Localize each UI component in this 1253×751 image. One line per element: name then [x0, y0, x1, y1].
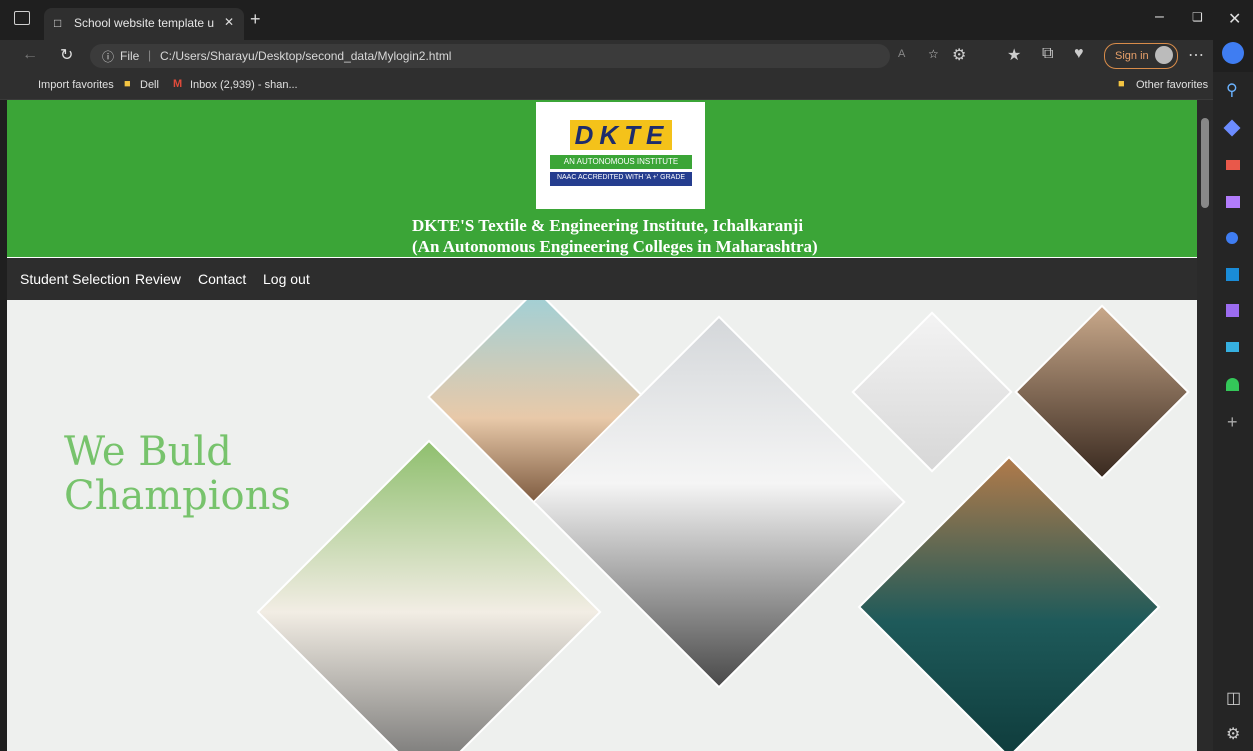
photo-graduation-crowd [1014, 304, 1190, 480]
minimize-icon[interactable]: – [1155, 8, 1164, 26]
page-viewport: DKTE AN AUTONOMOUS INSTITUTE NAAC ACCRED… [7, 100, 1197, 751]
logo-sub2: NAAC ACCREDITED WITH 'A +' GRADE [556, 174, 686, 181]
institute-title-line2: (An Autonomous Engineering Colleges in M… [412, 237, 818, 256]
scrollbar-thumb[interactable] [1201, 118, 1209, 208]
photo-sports-kids [851, 311, 1013, 473]
more-menu-icon[interactable]: ⋯ [1188, 45, 1204, 65]
new-tab-icon[interactable]: + [250, 9, 261, 30]
refresh-icon[interactable]: ↻ [60, 45, 73, 65]
favorite-import[interactable]: Import favorites [38, 79, 114, 91]
info-icon: ⓘ [102, 50, 115, 64]
games-icon[interactable] [1226, 196, 1240, 208]
tree-icon[interactable] [1226, 378, 1239, 391]
browser-titlebar: □ School website template using p ✕ + – … [0, 0, 1253, 40]
read-aloud-icon[interactable]: A [898, 48, 905, 60]
drop-icon[interactable] [1226, 342, 1239, 352]
page-scrollbar[interactable] [1197, 100, 1213, 751]
other-favorites[interactable]: Other favorites [1136, 79, 1208, 91]
collections-icon[interactable]: ⧉ [1042, 45, 1053, 63]
favorite-inbox[interactable]: Inbox (2,939) - shan... [190, 79, 298, 91]
nav-student-selection[interactable]: Student Selection [20, 271, 130, 287]
hero-title: We Buld Champions [64, 430, 291, 518]
browser-tab[interactable]: □ School website template using p ✕ [44, 8, 244, 40]
extensions-icon[interactable]: ⚙ [952, 45, 966, 65]
site-header: DKTE AN AUTONOMOUS INSTITUTE NAAC ACCRED… [7, 100, 1197, 257]
close-tab-icon[interactable]: ✕ [224, 15, 234, 29]
tools-icon[interactable] [1226, 160, 1240, 170]
address-prefix: File [120, 49, 140, 63]
favorites-bar: Import favorites ■ Dell M Inbox (2,939) … [0, 72, 1213, 100]
address-url: C:/Users/Sharayu/Desktop/second_data/Myl… [160, 49, 452, 63]
office-icon[interactable] [1226, 232, 1238, 244]
settings-icon[interactable]: ⚙ [1226, 724, 1240, 744]
hero-line2: Champions [64, 473, 291, 519]
hero-banner: We Buld Champions [7, 300, 1197, 751]
favorites-icon[interactable]: ★ [1007, 45, 1021, 65]
outlook-icon[interactable] [1226, 268, 1239, 281]
dkte-logo[interactable]: DKTE AN AUTONOMOUS INSTITUTE NAAC ACCRED… [536, 102, 705, 209]
institute-title-line1: DKTE'S Textile & Engineering Institute, … [412, 216, 804, 235]
sidebar-toggle-icon[interactable]: ◫ [1226, 688, 1241, 708]
nav-contact[interactable]: Contact [198, 271, 246, 287]
health-icon[interactable]: ♥ [1074, 45, 1084, 63]
search-icon[interactable]: ⚲ [1226, 80, 1238, 100]
tab-actions-icon[interactable] [14, 11, 30, 25]
site-nav: Student Selection Review Contact Log out [7, 258, 1197, 300]
favorite-dell[interactable]: Dell [140, 79, 159, 91]
bing-icon[interactable] [1222, 42, 1244, 64]
add-sidebar-icon[interactable]: + [1227, 412, 1238, 433]
address-separator: | [148, 48, 152, 62]
folder-icon-2: ■ [1118, 78, 1125, 90]
avatar [1155, 46, 1173, 64]
edge-sidebar: ⚲ + ◫ ⚙ [1213, 42, 1253, 751]
tab-title: School website template using p [74, 16, 214, 30]
hero-line1: We Buld [64, 429, 232, 475]
address-bar[interactable]: ⓘ File | C:/Users/Sharayu/Desktop/second… [90, 44, 939, 68]
restore-icon[interactable]: ❏ [1192, 10, 1203, 24]
designer-icon[interactable] [1226, 304, 1239, 317]
gmail-icon: M [173, 78, 183, 90]
logo-sub1: AN AUTONOMOUS INSTITUTE [563, 157, 679, 166]
back-icon[interactable]: ← [22, 46, 38, 64]
sign-in-button[interactable]: Sign in [1104, 43, 1178, 69]
logo-text: DKTE [574, 120, 670, 150]
favorite-star-icon[interactable]: ☆ [928, 47, 939, 61]
folder-icon: ■ [124, 78, 131, 90]
page-icon: □ [54, 16, 62, 30]
nav-logout[interactable]: Log out [263, 271, 310, 287]
shopping-icon[interactable] [1223, 119, 1241, 137]
close-window-icon[interactable]: ✕ [1228, 9, 1241, 29]
sign-in-label: Sign in [1115, 50, 1149, 62]
nav-review[interactable]: Review [135, 271, 181, 287]
